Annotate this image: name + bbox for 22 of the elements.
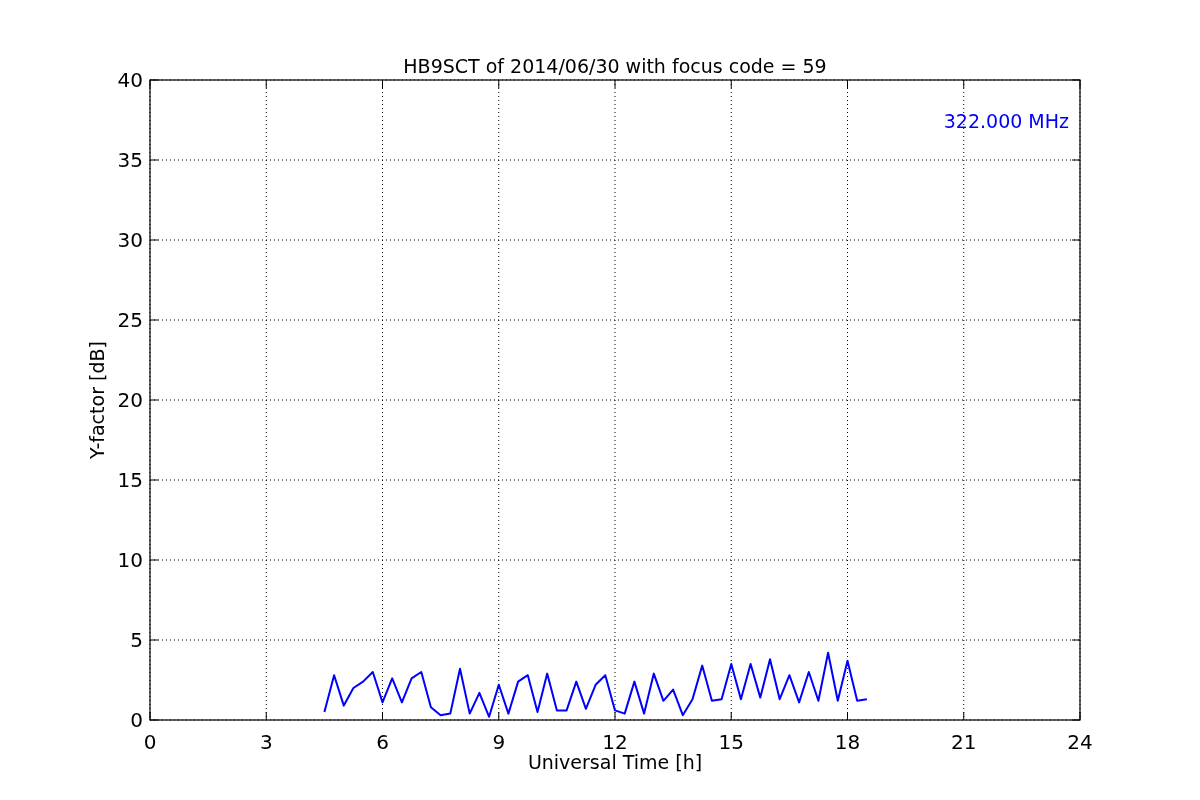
y-tick-label: 40 xyxy=(117,68,143,92)
x-tick-label: 6 xyxy=(376,730,389,754)
series-label: 322.000 MHz xyxy=(943,110,1069,132)
y-tick-label: 0 xyxy=(130,708,143,732)
y-tick-label: 5 xyxy=(130,628,143,652)
x-axis-label: Universal Time [h] xyxy=(527,751,703,773)
y-tick-label: 30 xyxy=(117,228,143,252)
x-tick-label: 18 xyxy=(834,730,861,754)
x-tick-label: 15 xyxy=(718,730,744,754)
y-tick-label: 25 xyxy=(117,308,143,332)
x-tick-label: 24 xyxy=(1067,730,1093,754)
x-tick-label: 0 xyxy=(143,730,157,754)
x-tick-label: 3 xyxy=(259,730,273,754)
chart-title: HB9SCT of 2014/06/30 with focus code = 59 xyxy=(403,55,827,77)
y-tick-label: 15 xyxy=(117,468,143,492)
x-tick-label: 21 xyxy=(951,730,977,754)
y-tick-label: 10 xyxy=(117,548,143,572)
x-tick-label: 12 xyxy=(602,730,628,754)
x-tick-label: 9 xyxy=(492,730,506,754)
y-tick-label: 20 xyxy=(117,388,143,412)
y-tick-label: 35 xyxy=(117,148,143,172)
y-axis-label: Y-factor [dB] xyxy=(86,341,108,459)
